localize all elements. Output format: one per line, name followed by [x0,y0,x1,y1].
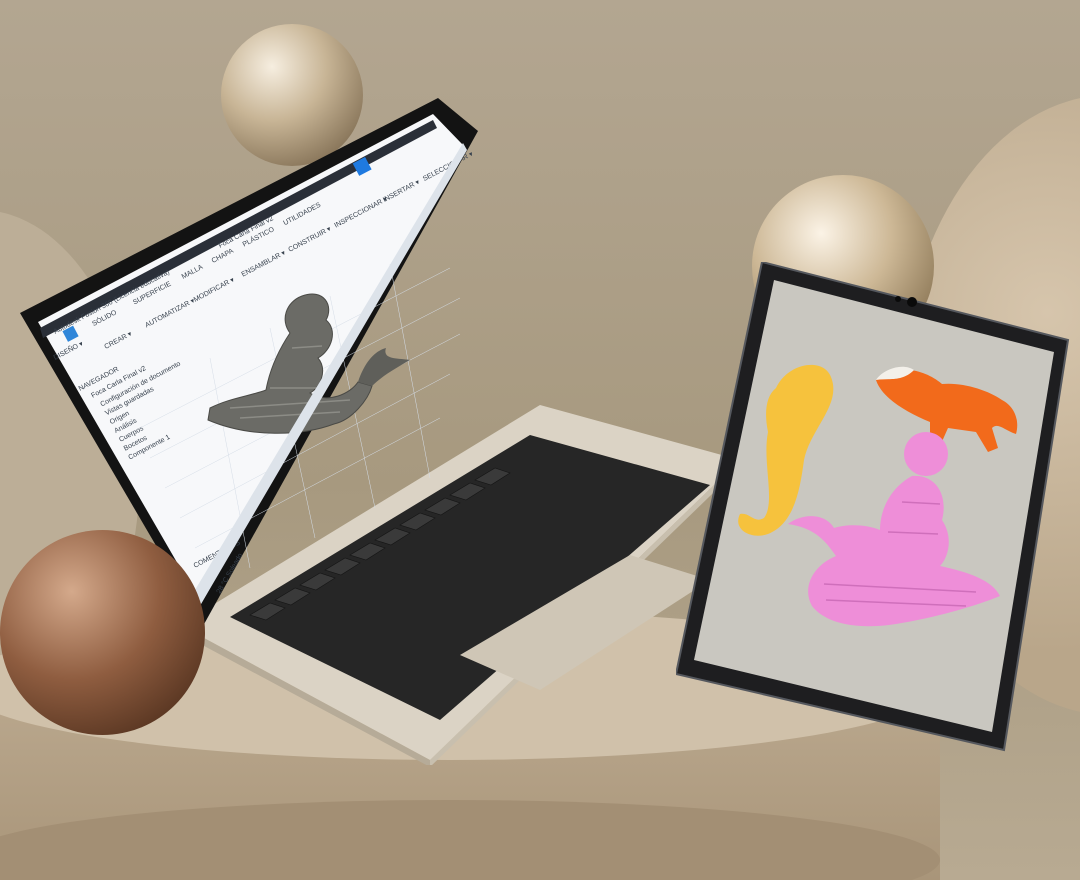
tablet [676,262,1076,754]
bronze-sphere [0,530,205,735]
seal-ball [904,432,948,476]
camera-sensor [895,296,901,302]
product-mockup-scene: Autodesk Fusion 360 (Licencia educativa)… [0,0,1080,880]
front-camera [907,297,917,307]
